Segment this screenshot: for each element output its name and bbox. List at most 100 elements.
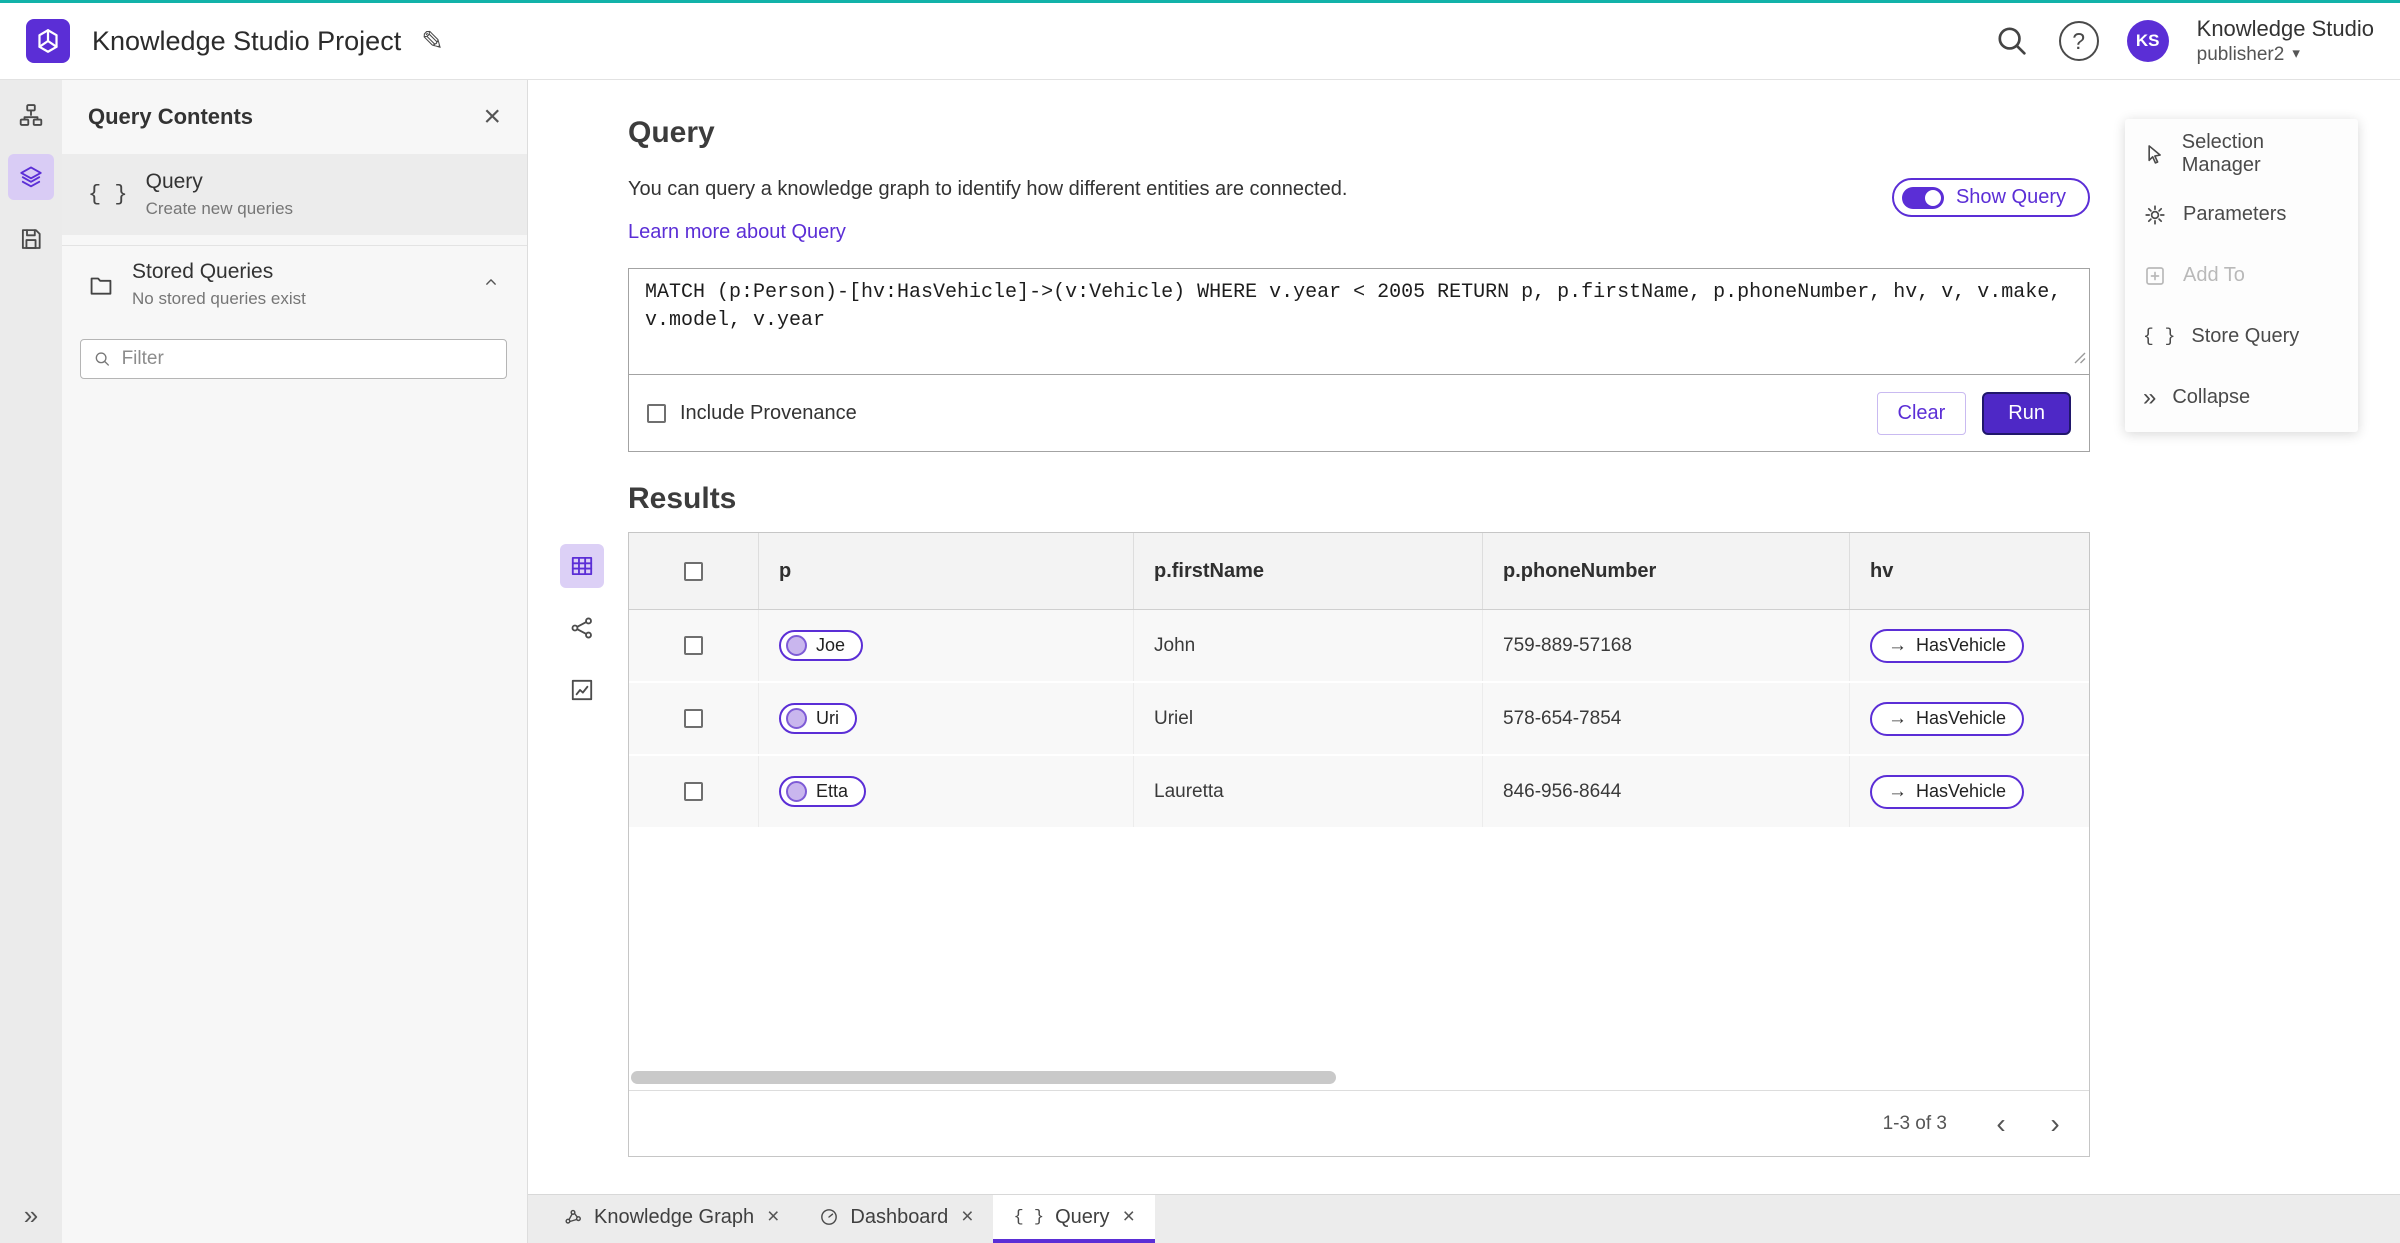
- row-checkbox[interactable]: [684, 782, 703, 801]
- table-pagination: 1-3 of 3 ‹ ›: [629, 1090, 2089, 1156]
- show-query-label: Show Query: [1955, 186, 2066, 208]
- search-icon[interactable]: [1993, 22, 2031, 60]
- query-input[interactable]: MATCH (p:Person)-[hv:HasVehicle]->(v:Veh…: [629, 269, 2089, 375]
- horizontal-scrollbar[interactable]: [631, 1071, 1336, 1084]
- menu-item-add-to: Add To: [2125, 245, 2358, 306]
- toggle-switch-icon: [1901, 186, 1944, 209]
- main-content: Query You can query a knowledge graph to…: [528, 80, 2400, 1194]
- sidebar-item-description: Create new queries: [145, 199, 294, 218]
- menu-item-collapse[interactable]: » Collapse: [2125, 367, 2358, 428]
- tab-dashboard[interactable]: Dashboard ×: [799, 1195, 993, 1243]
- sidebar-item-label: Query: [145, 170, 203, 193]
- top-bar: Knowledge Studio Project ✎ ? KS Knowledg…: [0, 3, 2400, 80]
- column-header[interactable]: p: [759, 533, 1134, 609]
- user-menu[interactable]: publisher2 ▾: [2197, 43, 2374, 67]
- table-view-icon[interactable]: [560, 544, 604, 588]
- previous-page-icon[interactable]: ‹: [1983, 1106, 2019, 1142]
- column-header[interactable]: p.phoneNumber: [1483, 533, 1850, 609]
- help-icon[interactable]: ?: [2058, 21, 2099, 61]
- select-all-checkbox[interactable]: [684, 561, 703, 581]
- edge-pill[interactable]: → HasVehicle: [1870, 701, 2025, 736]
- cell-first-name: Uriel: [1154, 707, 1194, 729]
- graph-icon: [563, 1207, 583, 1227]
- braces-icon: { }: [2143, 326, 2176, 347]
- include-provenance-checkbox[interactable]: [647, 403, 666, 423]
- add-to-icon: [2146, 266, 2164, 285]
- edge-pill[interactable]: → HasVehicle: [1870, 628, 2025, 663]
- edit-title-icon[interactable]: ✎: [421, 26, 444, 57]
- graph-view-icon[interactable]: [560, 606, 604, 650]
- cell-first-name: John: [1154, 634, 1196, 656]
- gear-icon: [2145, 204, 2165, 225]
- node-pill[interactable]: Etta: [779, 776, 867, 807]
- results-title: Results: [628, 482, 737, 515]
- node-pill[interactable]: Joe: [779, 630, 864, 661]
- close-tab-icon[interactable]: ×: [961, 1205, 973, 1229]
- node-icon: [786, 708, 807, 729]
- node-icon: [786, 635, 807, 656]
- edge-pill[interactable]: → HasVehicle: [1870, 774, 2025, 809]
- query-actions-menu: Selection Manager Parameters Add To { } …: [2125, 119, 2358, 432]
- project-title: Knowledge Studio Project: [92, 25, 402, 56]
- bottom-tab-bar: Knowledge Graph × Dashboard × { } Query …: [528, 1194, 2400, 1243]
- cell-phone-number: 578-654-7854: [1503, 707, 1622, 729]
- arrow-right-icon: →: [1888, 707, 1907, 729]
- chart-view-icon[interactable]: [560, 668, 604, 712]
- show-query-toggle[interactable]: Show Query: [1891, 178, 2090, 217]
- filter-field: [80, 339, 507, 379]
- expand-rail-icon[interactable]: »: [0, 1200, 62, 1231]
- clear-button[interactable]: Clear: [1876, 391, 1967, 435]
- cell-phone-number: 846-956-8644: [1503, 780, 1622, 802]
- learn-more-link[interactable]: Learn more about Query: [628, 221, 846, 243]
- menu-item-store-query[interactable]: { } Store Query: [2125, 306, 2358, 367]
- tab-query[interactable]: { } Query ×: [993, 1195, 1155, 1243]
- tab-knowledge-graph[interactable]: Knowledge Graph ×: [543, 1195, 799, 1243]
- page-title: Query: [628, 116, 715, 149]
- run-button[interactable]: Run: [1982, 391, 2071, 435]
- column-header[interactable]: p.firstName: [1134, 533, 1483, 609]
- pointer-icon: [2148, 144, 2161, 164]
- avatar[interactable]: KS: [2126, 20, 2169, 62]
- scrollbar-thumb[interactable]: [631, 1071, 1336, 1084]
- dashboard-icon: [819, 1207, 839, 1227]
- stored-queries-label: Stored Queries: [132, 260, 274, 283]
- filter-input[interactable]: [121, 348, 494, 370]
- sidebar-title: Query Contents: [88, 104, 254, 129]
- sidebar-query-contents: Query Contents × { } Query Create new qu…: [62, 80, 528, 1243]
- menu-item-selection-manager[interactable]: Selection Manager: [2125, 123, 2358, 184]
- collapse-icon: »: [2143, 383, 2157, 411]
- left-icon-rail: »: [0, 80, 62, 1243]
- close-tab-icon[interactable]: ×: [1123, 1205, 1135, 1229]
- query-description: You can query a knowledge graph to ident…: [628, 178, 1348, 200]
- rail-item-model-tree[interactable]: [8, 92, 54, 138]
- chevron-down-icon: ▾: [2292, 45, 2300, 63]
- rail-item-queries[interactable]: [8, 154, 54, 200]
- table-row: Joe John 759-889-57168 → HasVehicle: [629, 610, 2089, 683]
- table-header-row: p p.firstName p.phoneNumber hv: [629, 533, 2089, 610]
- results-table: p p.firstName p.phoneNumber hv Joe John …: [628, 532, 2090, 1157]
- node-pill[interactable]: Uri: [779, 703, 857, 734]
- query-editor-panel: MATCH (p:Person)-[hv:HasVehicle]->(v:Veh…: [628, 268, 2090, 452]
- braces-icon: { }: [88, 182, 128, 207]
- sidebar-item-query[interactable]: { } Query Create new queries: [62, 154, 527, 235]
- app-root: Knowledge Studio Project ✎ ? KS Knowledg…: [0, 0, 2400, 1243]
- pagination-count: 1-3 of 3: [1882, 1112, 1947, 1134]
- rail-item-saved[interactable]: [8, 216, 54, 262]
- close-tab-icon[interactable]: ×: [767, 1205, 779, 1229]
- row-checkbox[interactable]: [684, 709, 703, 728]
- close-icon[interactable]: ×: [483, 102, 501, 132]
- stored-queries-section[interactable]: Stored Queries No stored queries exist: [62, 245, 527, 323]
- arrow-right-icon: →: [1888, 780, 1907, 802]
- app-logo-icon: [26, 19, 70, 63]
- table-row: Etta Lauretta 846-956-8644 → HasVehicle: [629, 756, 2089, 829]
- user-block: Knowledge Studio publisher2 ▾: [2197, 15, 2374, 66]
- menu-item-parameters[interactable]: Parameters: [2125, 184, 2358, 245]
- table-row: Uri Uriel 578-654-7854 → HasVehicle: [629, 683, 2089, 756]
- node-icon: [786, 781, 807, 802]
- chevron-up-icon: [481, 272, 501, 297]
- cell-first-name: Lauretta: [1154, 780, 1224, 802]
- column-header[interactable]: hv: [1850, 533, 2089, 609]
- next-page-icon[interactable]: ›: [2037, 1106, 2073, 1142]
- row-checkbox[interactable]: [684, 636, 703, 655]
- braces-icon: { }: [1013, 1207, 1045, 1227]
